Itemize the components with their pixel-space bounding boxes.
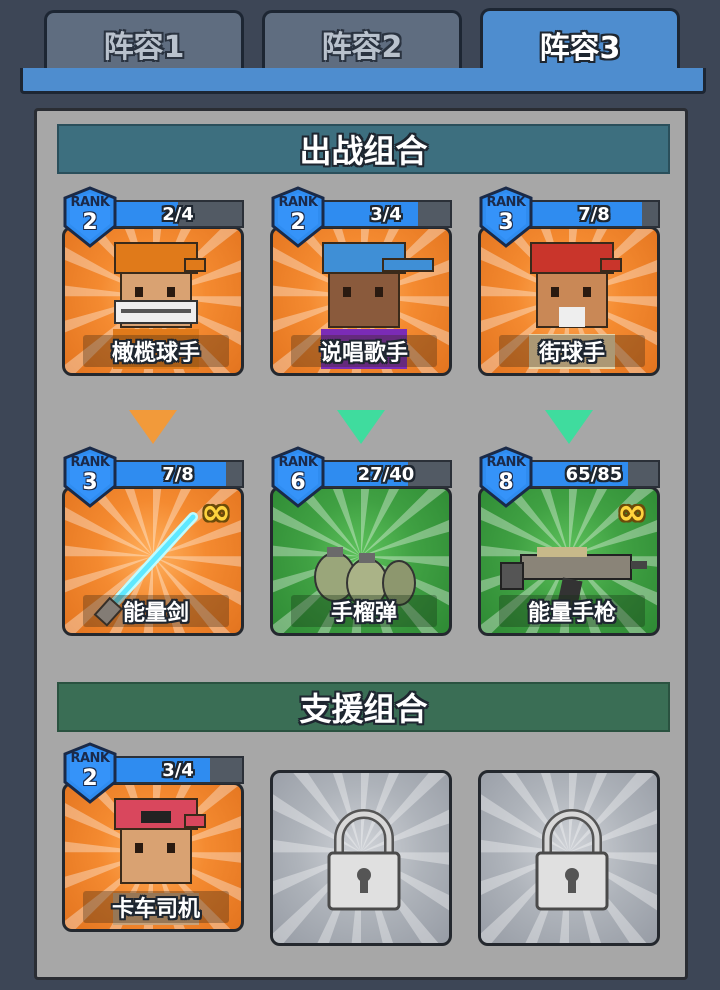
progress-text: 65/85 bbox=[565, 463, 623, 485]
level-progress-bar: 7/8 bbox=[528, 200, 660, 228]
level-progress-bar: 27/40 bbox=[320, 460, 452, 488]
card-name: 能量剑 bbox=[83, 595, 229, 627]
card-name: 手榴弹 bbox=[291, 595, 437, 627]
locked-slot-frame bbox=[478, 770, 660, 946]
progress-text: 7/8 bbox=[578, 203, 610, 225]
character-card[interactable]: 街球手 7/8 RANK 3 bbox=[478, 186, 660, 376]
rank-label: RANK bbox=[278, 455, 318, 470]
rank-number: 3 bbox=[498, 210, 514, 235]
tab-label: 阵容2 bbox=[321, 29, 403, 65]
tab-underline bbox=[20, 68, 706, 94]
card-frame: 街球手 bbox=[478, 226, 660, 376]
locked-slot[interactable] bbox=[270, 770, 452, 960]
weapon-card[interactable]: ∞ 能量手枪 65/85 RANK 8 bbox=[478, 446, 660, 636]
character-card[interactable]: 卡车司机 3/4 RANK 2 bbox=[62, 742, 244, 932]
level-progress-bar: 7/8 bbox=[112, 460, 244, 488]
card-name: 街球手 bbox=[499, 335, 645, 367]
locked-slot-frame bbox=[270, 770, 452, 946]
weapon-card[interactable]: 手榴弹 27/40 RANK 6 bbox=[270, 446, 452, 636]
rank-badge: RANK 6 bbox=[270, 446, 326, 508]
rank-number: 2 bbox=[82, 766, 98, 791]
upgrade-arrow-icon bbox=[545, 410, 593, 444]
progress-text: 27/40 bbox=[357, 463, 415, 485]
progress-text: 7/8 bbox=[162, 463, 194, 485]
battle-section-header: 出战组合 bbox=[57, 124, 670, 174]
infinity-icon: ∞ bbox=[201, 492, 231, 533]
progress-text: 3/4 bbox=[370, 203, 402, 225]
card-name: 橄榄球手 bbox=[83, 335, 229, 367]
card-frame: 橄榄球手 bbox=[62, 226, 244, 376]
rank-label: RANK bbox=[70, 751, 110, 766]
support-section-title: 支援组合 bbox=[299, 690, 428, 728]
rank-badge: RANK 3 bbox=[478, 186, 534, 248]
tab-lineup-2[interactable]: 阵容2 bbox=[262, 10, 462, 74]
upgrade-arrow-icon bbox=[129, 410, 177, 444]
level-progress-bar: 65/85 bbox=[528, 460, 660, 488]
rank-number: 2 bbox=[290, 210, 306, 235]
rank-number: 8 bbox=[498, 470, 514, 495]
rank-label: RANK bbox=[486, 455, 526, 470]
card-frame: ∞ 能量手枪 bbox=[478, 486, 660, 636]
battle-section-title: 出战组合 bbox=[299, 132, 428, 170]
level-progress-bar: 3/4 bbox=[320, 200, 452, 228]
card-frame: 卡车司机 bbox=[62, 782, 244, 932]
rank-label: RANK bbox=[486, 195, 526, 210]
tab-lineup-1[interactable]: 阵容1 bbox=[44, 10, 244, 74]
card-name: 说唱歌手 bbox=[291, 335, 437, 367]
card-name: 卡车司机 bbox=[83, 891, 229, 923]
rank-badge: RANK 8 bbox=[478, 446, 534, 508]
rank-label: RANK bbox=[278, 195, 318, 210]
progress-text: 2/4 bbox=[162, 203, 194, 225]
level-progress-bar: 2/4 bbox=[112, 200, 244, 228]
rank-label: RANK bbox=[70, 195, 110, 210]
rank-badge: RANK 3 bbox=[62, 446, 118, 508]
progress-text: 3/4 bbox=[162, 759, 194, 781]
rank-number: 6 bbox=[290, 470, 306, 495]
character-card[interactable]: 橄榄球手 2/4 RANK 2 bbox=[62, 186, 244, 376]
rank-label: RANK bbox=[70, 455, 110, 470]
rank-badge: RANK 2 bbox=[270, 186, 326, 248]
card-name: 能量手枪 bbox=[499, 595, 645, 627]
card-frame: ∞ 能量剑 bbox=[62, 486, 244, 636]
infinity-icon: ∞ bbox=[617, 492, 647, 533]
rank-badge: RANK 2 bbox=[62, 742, 118, 804]
support-section-header: 支援组合 bbox=[57, 682, 670, 732]
padlock-icon bbox=[535, 809, 609, 911]
tab-label: 阵容1 bbox=[103, 29, 185, 65]
tab-label: 阵容3 bbox=[539, 30, 621, 66]
weapon-card[interactable]: ∞ 能量剑 7/8 RANK 3 bbox=[62, 446, 244, 636]
card-frame: 说唱歌手 bbox=[270, 226, 452, 376]
upgrade-arrow-icon bbox=[337, 410, 385, 444]
rank-number: 2 bbox=[82, 210, 98, 235]
level-progress-bar: 3/4 bbox=[112, 756, 244, 784]
character-card[interactable]: 说唱歌手 3/4 RANK 2 bbox=[270, 186, 452, 376]
padlock-icon bbox=[327, 809, 401, 911]
rank-badge: RANK 2 bbox=[62, 186, 118, 248]
card-frame: 手榴弹 bbox=[270, 486, 452, 636]
locked-slot[interactable] bbox=[478, 770, 660, 960]
rank-number: 3 bbox=[82, 470, 98, 495]
